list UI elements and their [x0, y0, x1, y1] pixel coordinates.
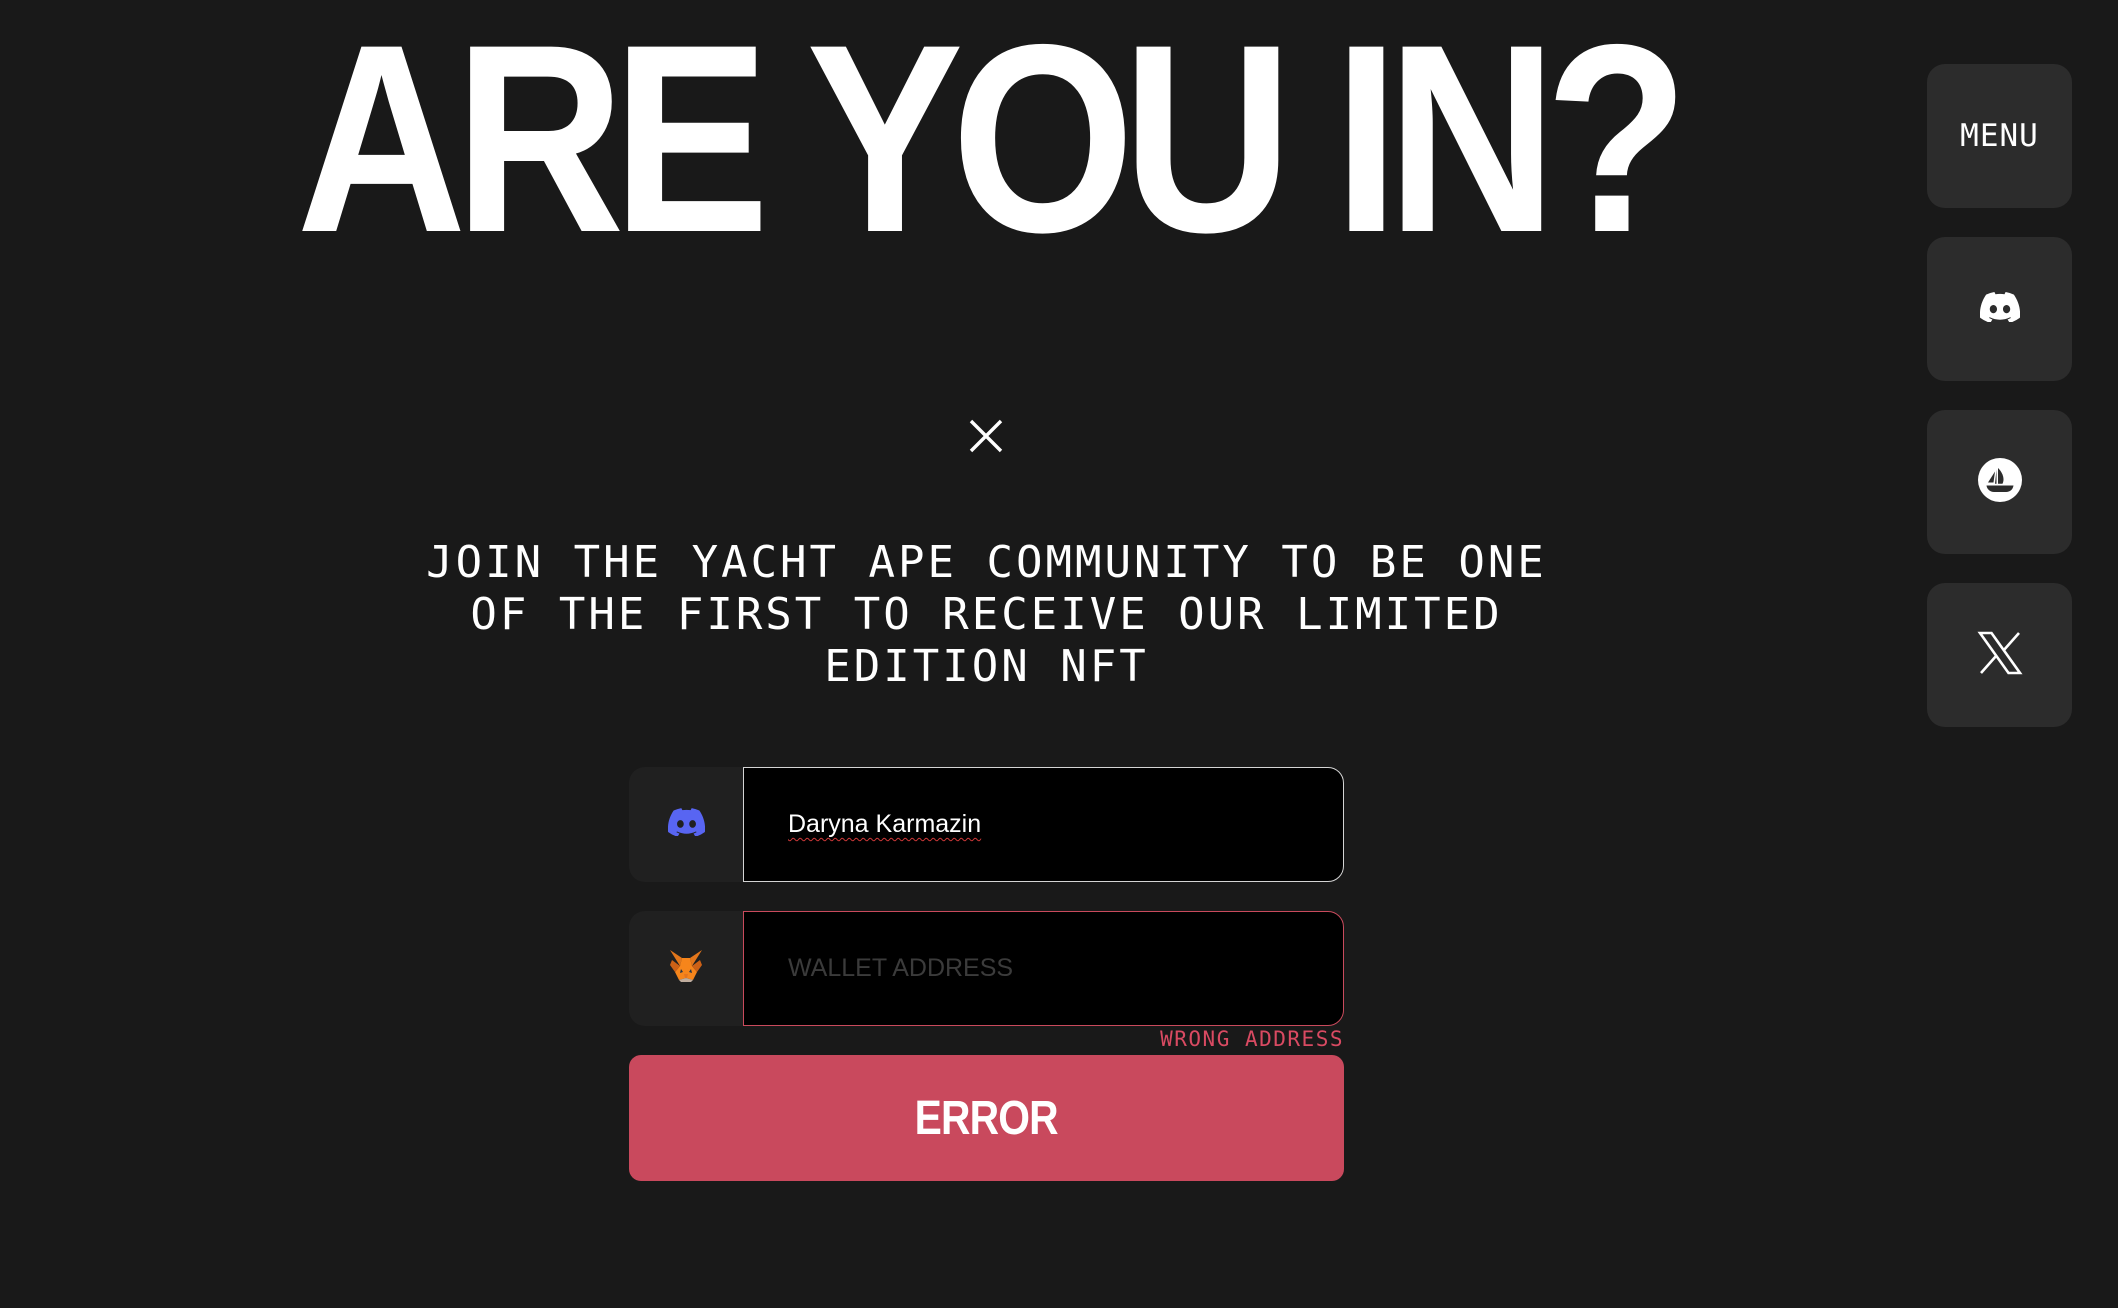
submit-button[interactable]: ERROR [629, 1055, 1344, 1181]
page: ARE YOU IN? MENU JOIN THE YACHT APE COMM… [0, 0, 2118, 1308]
submit-button-label: ERROR [914, 1091, 1059, 1145]
metamask-fox-icon [668, 949, 704, 988]
close-icon [969, 419, 1003, 458]
opensea-icon [1977, 457, 2022, 507]
discord-icon [667, 808, 705, 841]
opensea-link-button[interactable] [1927, 410, 2072, 554]
discord-field: Daryna Karmazin [629, 767, 1344, 882]
x-link-button[interactable] [1927, 583, 2072, 727]
hero-title: ARE YOU IN? [296, 0, 1688, 288]
wallet-error-message: WRONG ADDRESS [1160, 1027, 1344, 1051]
subtitle: JOIN THE YACHT APE COMMUNITY TO BE ONE O… [426, 537, 1547, 692]
discord-link-button[interactable] [1927, 237, 2072, 381]
wallet-address-placeholder: WALLET ADDRESS [788, 954, 1014, 982]
discord-icon [1979, 291, 2020, 327]
discord-username-value: Daryna Karmazin [788, 810, 982, 838]
wallet-field: WALLET ADDRESS [629, 911, 1344, 1026]
discord-username-input[interactable]: Daryna Karmazin [743, 767, 1344, 882]
menu-button[interactable]: MENU [1927, 64, 2072, 208]
x-twitter-icon [1976, 631, 2023, 680]
side-nav: MENU [1927, 64, 2072, 756]
discord-field-icon-box [629, 767, 743, 882]
wallet-address-input[interactable]: WALLET ADDRESS [743, 911, 1344, 1026]
wallet-field-icon-box [629, 911, 743, 1026]
menu-label: MENU [1960, 118, 2039, 154]
close-button[interactable] [963, 415, 1009, 461]
